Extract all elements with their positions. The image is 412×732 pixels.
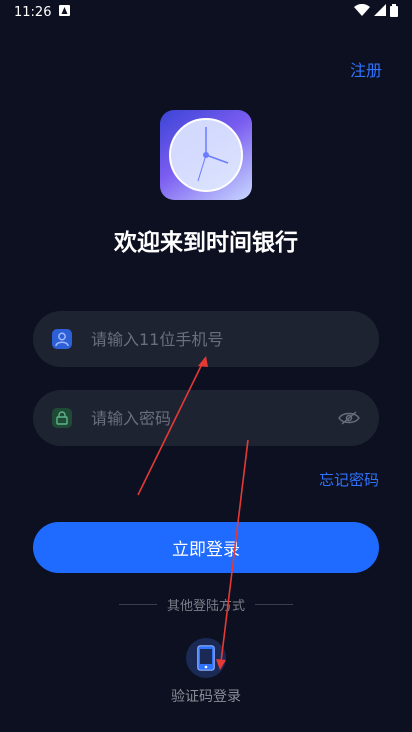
- battery-icon: [390, 3, 398, 21]
- user-icon: [51, 328, 73, 350]
- forgot-password-link[interactable]: 忘记密码: [319, 469, 379, 490]
- lock-icon: [51, 407, 73, 429]
- status-bar: 11:26: [0, 0, 412, 24]
- password-field[interactable]: [33, 390, 379, 446]
- signal-icon: [374, 4, 386, 20]
- sms-login-label: 验证码登录: [171, 689, 241, 705]
- welcome-title: 欢迎来到时间银行: [114, 230, 298, 256]
- register-link[interactable]: 注册: [350, 57, 382, 81]
- phone-icon: [186, 638, 226, 678]
- clock-icon: [169, 118, 243, 192]
- password-input[interactable]: [89, 407, 337, 429]
- login-button[interactable]: 立即登录: [33, 522, 379, 573]
- divider-line-right: [255, 604, 293, 605]
- phone-input[interactable]: [89, 328, 361, 350]
- wifi-icon: [354, 3, 370, 20]
- eye-slash-icon[interactable]: [337, 406, 361, 430]
- divider-line-left: [118, 604, 157, 605]
- app-logo: [160, 110, 252, 200]
- notification-icon: [59, 4, 71, 20]
- sms-login-option[interactable]: 验证码登录: [166, 638, 246, 708]
- other-methods-divider: 其他登陆方式: [0, 595, 412, 614]
- phone-field[interactable]: [33, 311, 379, 367]
- status-time: 11:26: [14, 4, 52, 20]
- other-methods-label: 其他登陆方式: [166, 599, 245, 614]
